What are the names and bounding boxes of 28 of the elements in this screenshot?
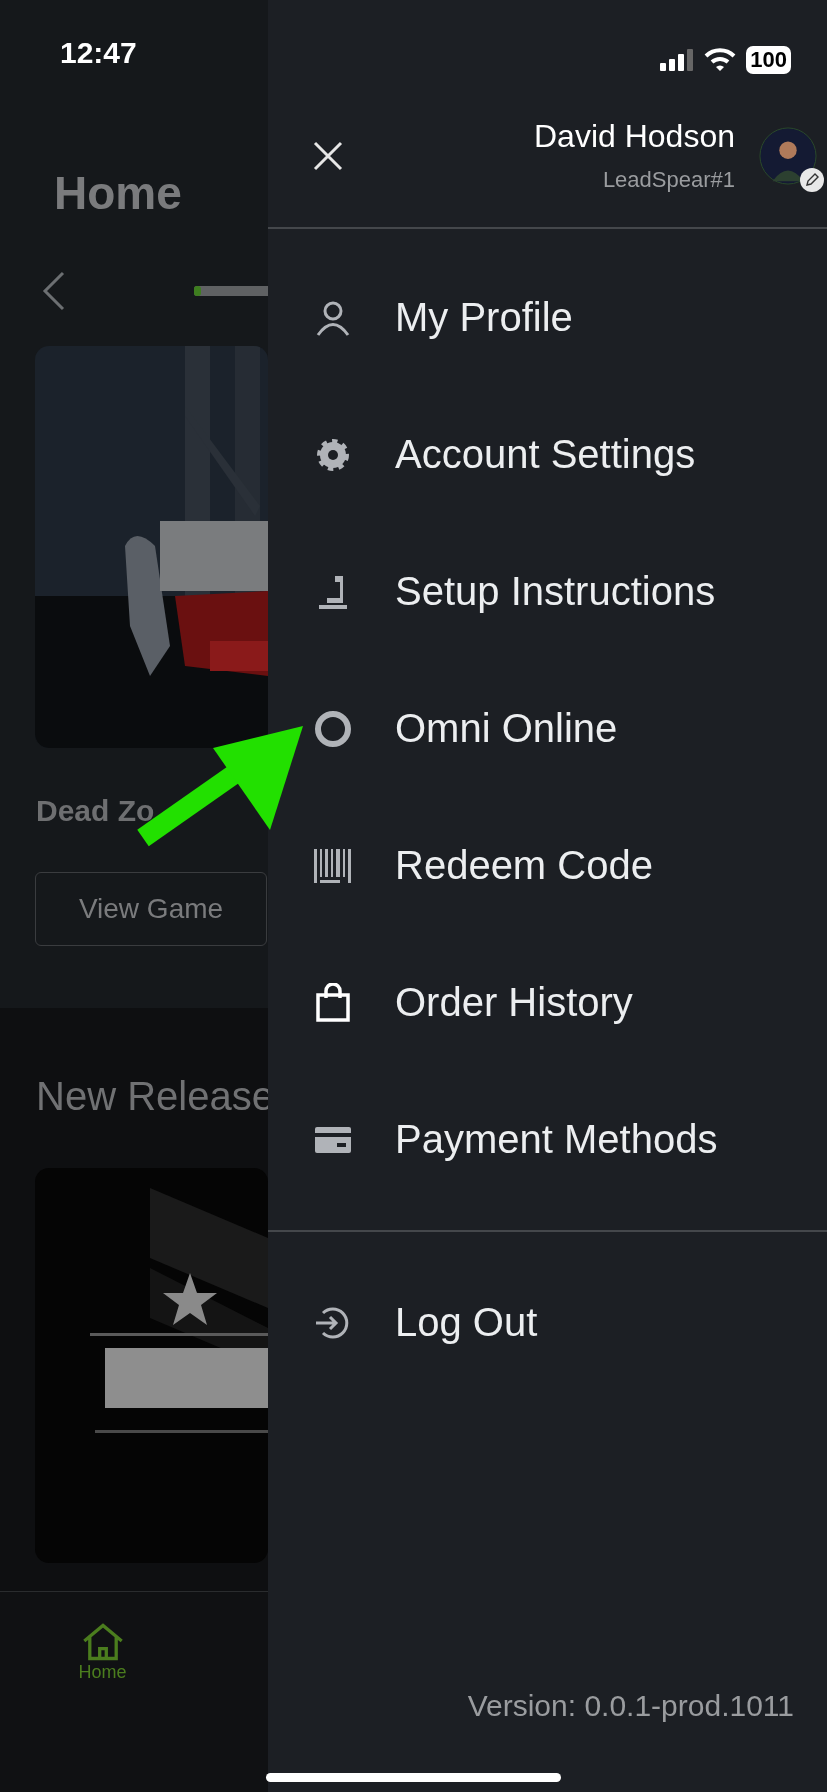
bag-icon bbox=[313, 982, 353, 1023]
edit-icon[interactable] bbox=[799, 166, 825, 193]
tab-label: Home bbox=[78, 1662, 127, 1683]
menu-item[interactable]: Order History bbox=[395, 980, 633, 1025]
signal-icon bbox=[660, 49, 695, 71]
game-title: Dead Zo bbox=[36, 794, 155, 829]
menu-item[interactable]: Log Out bbox=[395, 1300, 538, 1345]
avatar[interactable] bbox=[759, 126, 817, 185]
menu-item[interactable]: Setup Instructions bbox=[395, 569, 716, 614]
menu-item[interactable]: Account Settings bbox=[395, 432, 696, 477]
home-icon bbox=[80, 1622, 125, 1662]
menu-item[interactable]: Omni Online bbox=[395, 706, 618, 751]
status-time: 12:47 bbox=[60, 36, 137, 71]
menu-item[interactable]: My Profile bbox=[395, 295, 573, 340]
user-name: David Hodson bbox=[533, 118, 735, 155]
close-icon[interactable] bbox=[313, 140, 343, 171]
battery-indicator: 100 bbox=[746, 46, 791, 74]
page-title: Home bbox=[54, 166, 182, 221]
view-game-button[interactable]: View Game bbox=[35, 872, 267, 946]
back-chevron-icon[interactable] bbox=[42, 271, 66, 311]
wifi-icon bbox=[704, 48, 737, 72]
version-text: Version: 0.0.1-prod.1011 bbox=[466, 1689, 795, 1723]
user-handle: LeadSpear#1 bbox=[601, 167, 735, 193]
ring-icon bbox=[313, 708, 353, 749]
tab-item[interactable]: Home bbox=[0, 1592, 205, 1792]
menu-item[interactable]: Redeem Code bbox=[395, 843, 653, 888]
section-title: New Release bbox=[35, 1074, 275, 1120]
menu-item[interactable]: Payment Methods bbox=[395, 1117, 718, 1162]
